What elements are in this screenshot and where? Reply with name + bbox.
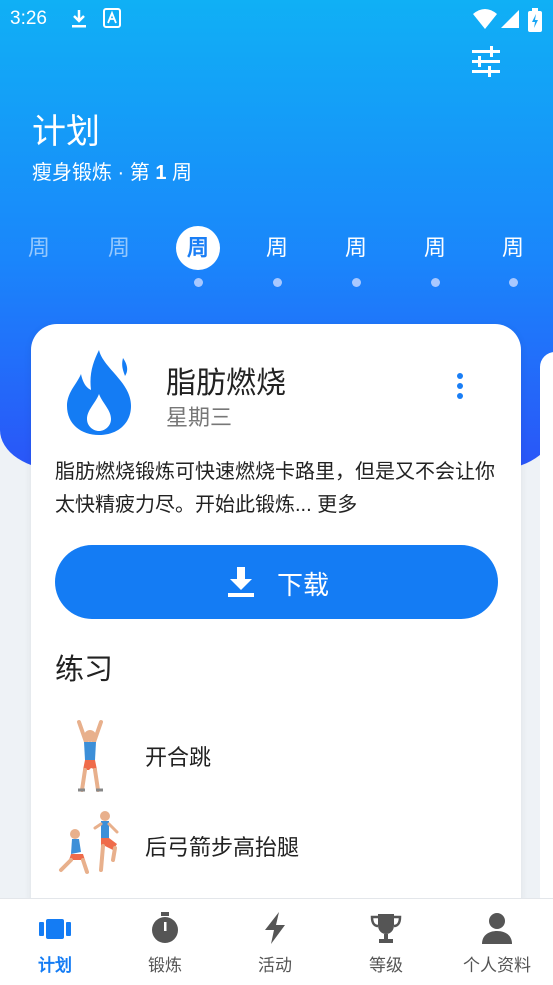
bottom-navigation: 计划 锻炼 活动 等级 个人资料 xyxy=(0,898,553,985)
jumping-jack-illustration xyxy=(77,720,103,792)
exercise-name: 开合跳 xyxy=(145,745,212,770)
stopwatch-icon xyxy=(152,912,178,943)
week-item[interactable]: 周 xyxy=(255,226,299,287)
exercises-section-title: 练习 xyxy=(55,654,114,686)
tab-workout[interactable]: 锻炼 xyxy=(110,899,220,985)
status-bar: 3:26 xyxy=(0,0,553,38)
week-dot xyxy=(193,278,203,287)
week-item[interactable]: 周 xyxy=(413,226,457,287)
plan-subtitle: 瘦身锻炼 · 第 1 周 xyxy=(32,162,193,184)
filter-settings-button[interactable] xyxy=(464,42,508,82)
week-item[interactable]: 周 xyxy=(97,226,141,286)
tab-activity[interactable]: 活动 xyxy=(220,899,330,985)
more-options-button[interactable] xyxy=(445,370,475,402)
download-icon xyxy=(228,567,254,597)
wifi-icon xyxy=(473,9,497,29)
more-vertical-icon xyxy=(457,373,463,379)
week-dot xyxy=(430,278,440,287)
week-selector: 周 周 周 周 周 周 周 xyxy=(0,226,553,296)
read-more-link[interactable]: 更多 xyxy=(317,494,357,516)
trophy-icon xyxy=(370,914,402,943)
workout-card: 脂肪燃烧 星期三 脂肪燃烧锻炼可快速燃烧卡路里，但是又不会让你太快精疲力尽。开始… xyxy=(31,324,521,924)
app-notification-icon xyxy=(103,8,121,28)
week-item[interactable]: 周 xyxy=(17,226,61,286)
person-icon xyxy=(482,913,512,944)
tab-plan[interactable]: 计划 xyxy=(0,899,110,985)
next-workout-card-peek[interactable] xyxy=(540,352,553,912)
download-button[interactable]: 下载 xyxy=(55,545,498,619)
tab-level[interactable]: 等级 xyxy=(331,899,441,985)
week-dot xyxy=(508,278,518,287)
exercise-item[interactable]: 后弓箭步高抬腿 xyxy=(55,808,495,884)
flame-icon xyxy=(67,350,131,435)
lightning-icon xyxy=(265,912,285,944)
week-dot xyxy=(351,278,361,287)
exercise-item[interactable]: 开合跳 xyxy=(55,718,495,794)
exercise-name: 后弓箭步高抬腿 xyxy=(145,835,300,860)
week-item[interactable]: 周 xyxy=(491,226,535,287)
status-time: 3:26 xyxy=(10,8,47,29)
workout-title: 脂肪燃烧 xyxy=(166,367,286,400)
workout-day: 星期三 xyxy=(166,405,233,430)
plan-icon xyxy=(39,919,71,939)
page-title: 计划 xyxy=(32,113,100,151)
tab-profile[interactable]: 个人资料 xyxy=(442,899,552,985)
week-item[interactable]: 周 xyxy=(334,226,378,287)
week-item-current[interactable]: 周 xyxy=(176,226,220,287)
reverse-lunge-knee-up-illustration xyxy=(59,811,119,874)
battery-icon xyxy=(528,8,542,32)
download-label: 下载 xyxy=(277,570,330,600)
week-dot xyxy=(272,278,282,287)
download-status-icon xyxy=(72,10,86,28)
sliders-icon xyxy=(472,46,500,77)
workout-description: 脂肪燃烧锻炼可快速燃烧卡路里，但是又不会让你太快精疲力尽。开始此锻炼... 更多 xyxy=(55,461,495,516)
signal-icon xyxy=(501,10,519,28)
